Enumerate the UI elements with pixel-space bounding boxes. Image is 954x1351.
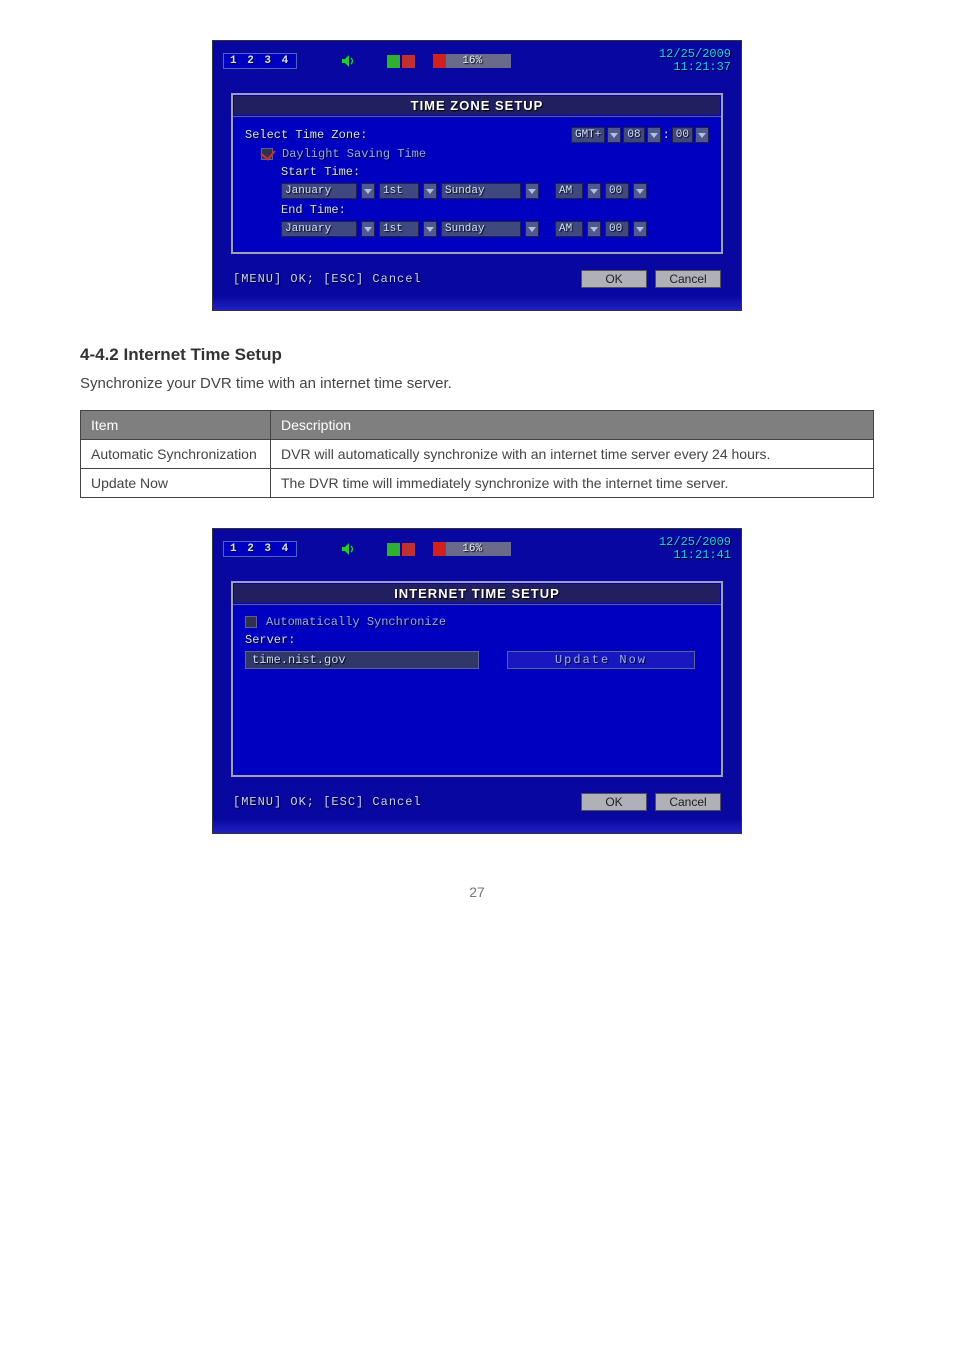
server-input[interactable]: time.nist.gov [245,651,479,669]
speaker-icon [341,54,355,68]
net-icon-1 [387,543,400,556]
timezone-panel: TIME ZONE SETUP Select Time Zone: GMT+ 0… [231,93,723,254]
channel-indicator: 1 2 3 4 [223,53,297,69]
end-day-select[interactable]: Sunday [441,221,521,237]
disk-usage-bar: 16% [433,54,511,68]
gmt-hour-select[interactable]: 08 [623,127,644,143]
end-hour-select[interactable]: 00 [605,221,629,237]
ok-button[interactable]: OK [581,793,647,811]
table-cell: Automatic Synchronization [81,440,271,469]
dvr-screen-timezone: 1 2 3 4 16% 12/25/2009 11:21:37 TIME ZON… [212,40,742,311]
chevron-down-icon[interactable] [361,221,375,237]
auto-sync-label: Automatically Synchronize [266,615,446,629]
page-number: 27 [80,884,874,900]
chevron-down-icon[interactable] [525,183,539,199]
bottom-strip [213,819,741,833]
date-text: 12/25/2009 [659,47,731,61]
time-text: 11:21:37 [673,60,731,74]
chevron-down-icon[interactable] [647,127,661,143]
server-label: Server: [245,633,295,647]
start-hour-select[interactable]: 00 [605,183,629,199]
chevron-down-icon[interactable] [587,221,601,237]
net-icon-1 [387,55,400,68]
menu-hint: [MENU] OK; [ESC] Cancel [233,795,422,809]
auto-sync-checkbox[interactable] [245,616,257,628]
dvr-topbar: 1 2 3 4 16% 12/25/2009 11:21:41 [223,537,731,561]
end-ampm-select[interactable]: AM [555,221,583,237]
chevron-down-icon[interactable] [587,183,601,199]
disk-usage-bar: 16% [433,542,511,556]
colon: : [663,128,670,142]
end-week-select[interactable]: 1st [379,221,419,237]
description-table: Item Description Automatic Synchronizati… [80,410,874,498]
chevron-down-icon[interactable] [607,127,621,143]
chevron-down-icon[interactable] [633,221,647,237]
table-cell: The DVR time will immediately synchroniz… [271,469,874,498]
panel-title: TIME ZONE SETUP [234,96,720,115]
menu-hint: [MENU] OK; [ESC] Cancel [233,272,422,286]
gmt-min-select[interactable]: 00 [672,127,693,143]
update-now-button[interactable]: Update Now [507,651,695,669]
time-text: 11:21:41 [673,548,731,562]
start-month-select[interactable]: January [281,183,357,199]
chevron-down-icon[interactable] [423,221,437,237]
bottom-strip [213,296,741,310]
dvr-topbar: 1 2 3 4 16% 12/25/2009 11:21:37 [223,49,731,73]
dst-label: Daylight Saving Time [282,147,426,161]
end-month-select[interactable]: January [281,221,357,237]
clock-display: 12/25/2009 11:21:37 [659,48,731,74]
cancel-button[interactable]: Cancel [655,793,721,811]
network-icons [387,55,415,68]
table-header-item: Item [81,411,271,440]
table-header-desc: Description [271,411,874,440]
internet-time-panel: INTERNET TIME SETUP Automatically Synchr… [231,581,723,777]
channel-indicator: 1 2 3 4 [223,541,297,557]
start-day-select[interactable]: Sunday [441,183,521,199]
date-text: 12/25/2009 [659,535,731,549]
panel-title: INTERNET TIME SETUP [234,584,720,603]
net-icon-2 [402,543,415,556]
network-icons [387,543,415,556]
dvr-screen-internet-time: 1 2 3 4 16% 12/25/2009 11:21:41 INTERNET… [212,528,742,834]
chevron-down-icon[interactable] [633,183,647,199]
disk-usage-label: 16% [433,543,511,555]
speaker-icon [341,542,355,556]
start-ampm-select[interactable]: AM [555,183,583,199]
section-caption: Synchronize your DVR time with an intern… [80,375,874,392]
start-week-select[interactable]: 1st [379,183,419,199]
table-row: Update Now The DVR time will immediately… [81,469,874,498]
cancel-button[interactable]: Cancel [655,270,721,288]
table-row: Automatic Synchronization DVR will autom… [81,440,874,469]
table-cell: DVR will automatically synchronize with … [271,440,874,469]
section-heading: 4-4.2 Internet Time Setup [80,345,874,365]
clock-display: 12/25/2009 11:21:41 [659,536,731,562]
disk-usage-label: 16% [433,55,511,67]
chevron-down-icon[interactable] [695,127,709,143]
gmt-sign-select[interactable]: GMT+ [571,127,605,143]
chevron-down-icon[interactable] [361,183,375,199]
net-icon-2 [402,55,415,68]
chevron-down-icon[interactable] [525,221,539,237]
select-timezone-label: Select Time Zone: [245,128,367,142]
dst-checkbox[interactable] [261,148,273,160]
end-time-label: End Time: [281,203,346,217]
table-cell: Update Now [81,469,271,498]
ok-button[interactable]: OK [581,270,647,288]
chevron-down-icon[interactable] [423,183,437,199]
start-time-label: Start Time: [281,165,360,179]
